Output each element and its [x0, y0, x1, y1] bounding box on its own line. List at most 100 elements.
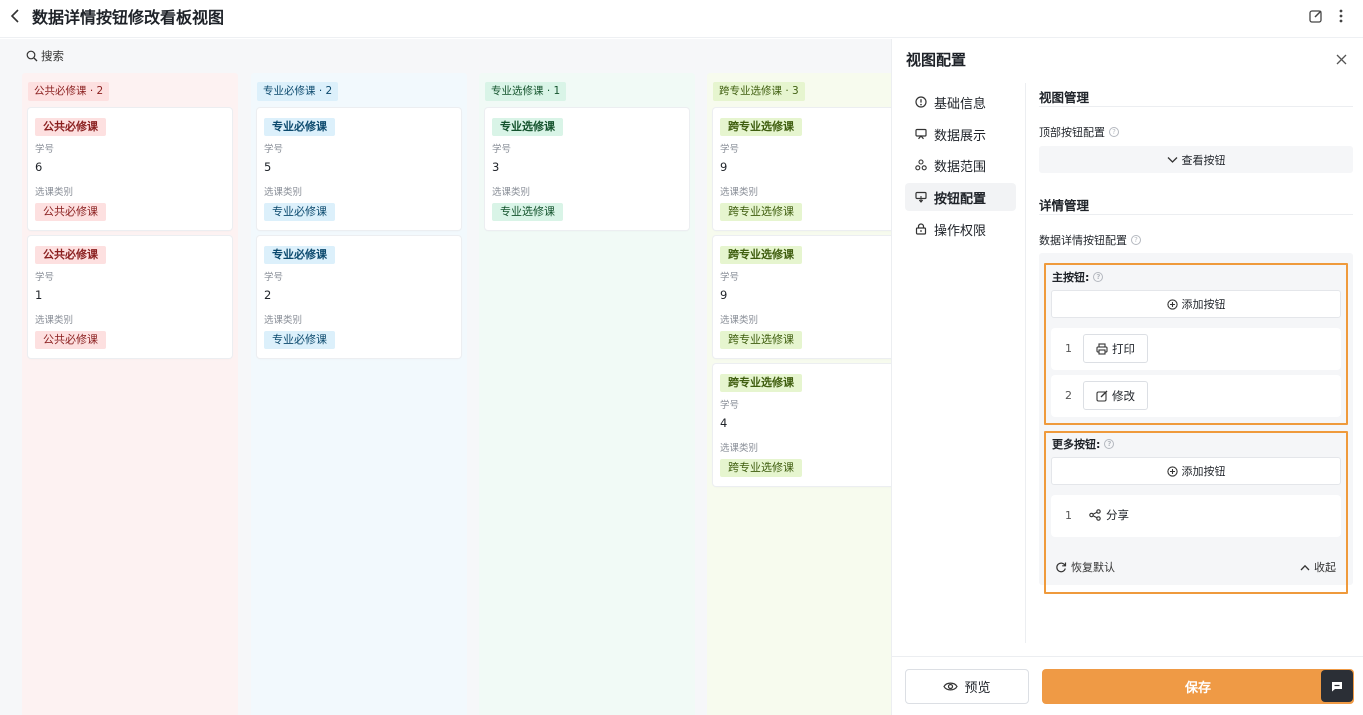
panel-divider	[1025, 83, 1026, 643]
kanban-card[interactable]: 跨专业选修课 学号 9 选课类别 跨专业选修课	[713, 108, 891, 230]
search-icon	[26, 50, 38, 62]
nav-item-lock[interactable]: 操作权限	[905, 215, 1016, 243]
add-main-button-label: 添加按钮	[1181, 298, 1226, 311]
field-value-course-type: 专业必修课	[264, 331, 335, 349]
main-buttons-text: 主按钮:	[1052, 271, 1090, 284]
share-button-preview[interactable]: 分享	[1089, 507, 1129, 523]
print-icon	[1096, 342, 1112, 355]
kanban-card[interactable]: 公共必修课 学号 1 选课类别 公共必修课	[28, 236, 232, 358]
help-icon[interactable]: ?	[1093, 272, 1104, 282]
button-label: 修改	[1112, 388, 1135, 403]
field-label-course-type: 选课类别	[492, 187, 531, 198]
field-value-student-no: 3	[492, 160, 500, 174]
chevron-down-icon	[1167, 156, 1177, 163]
kanban-column: 公共必修课 · 2 公共必修课 学号 6 选课类别 公共必修课 公共必修课 学号…	[22, 73, 238, 715]
nav-item-info[interactable]: 基础信息	[905, 88, 1016, 116]
add-main-button[interactable]: 添加按钮	[1051, 290, 1341, 318]
more-button-row[interactable]: 1 分享	[1051, 495, 1341, 537]
chat-support-button[interactable]	[1321, 670, 1353, 702]
chat-icon	[1332, 681, 1342, 691]
share-icon	[1089, 509, 1106, 521]
field-value-course-type: 专业选修课	[492, 203, 563, 221]
nav-item-scope[interactable]: 数据范围	[905, 151, 1016, 179]
field-label-student-no: 学号	[492, 144, 512, 155]
card-title-tag: 公共必修课	[35, 118, 106, 136]
add-more-button[interactable]: 添加按钮	[1051, 457, 1341, 485]
card-title-tag: 专业必修课	[264, 118, 335, 136]
kanban-card[interactable]: 专业必修课 学号 5 选课类别 专业必修课	[257, 108, 461, 230]
restore-default-label: 恢复默认	[1071, 561, 1115, 574]
main-buttons-label: 主按钮:?	[1052, 269, 1104, 285]
main-button-row[interactable]: 2 修改	[1051, 375, 1341, 417]
nav-item-label: 按钮配置	[934, 191, 987, 207]
edit-icon[interactable]	[1308, 8, 1326, 26]
field-label-course-type: 选课类别	[35, 315, 74, 326]
field-value-student-no: 6	[35, 160, 43, 174]
chevron-up-icon	[1300, 564, 1310, 570]
field-label-student-no: 学号	[35, 272, 55, 283]
top-bar: 数据详情按钮修改看板视图	[0, 0, 1363, 38]
card-title-tag: 跨专业选修课	[720, 118, 802, 136]
view-buttons-toggle[interactable]: 查看按钮	[1039, 146, 1353, 173]
detail-buttons-config-label: 数据详情按钮配置?	[1039, 232, 1141, 248]
card-title-tag: 专业必修课	[264, 246, 335, 264]
restore-default-button[interactable]: 恢复默认	[1055, 559, 1115, 575]
field-value-student-no: 9	[720, 288, 728, 302]
refresh-icon	[1056, 562, 1067, 573]
nav-item-label: 数据范围	[934, 159, 987, 175]
kanban-card[interactable]: 专业选修课 学号 3 选课类别 专业选修课	[485, 108, 689, 230]
top-buttons-config-text: 顶部按钮配置	[1039, 126, 1105, 139]
divider	[1039, 214, 1353, 215]
button-label: 分享	[1106, 508, 1129, 522]
button-label: 打印	[1112, 341, 1135, 356]
field-value-student-no: 2	[264, 288, 272, 302]
row-index: 2	[1065, 389, 1072, 402]
kanban-card[interactable]: 跨专业选修课 学号 4 选课类别 跨专业选修课	[713, 364, 891, 486]
main-button-row[interactable]: 1 打印	[1051, 328, 1341, 370]
eye-icon	[943, 682, 959, 691]
column-header: 专业必修课 · 2	[257, 82, 339, 101]
detail-buttons-config-text: 数据详情按钮配置	[1039, 234, 1127, 247]
card-title-tag: 跨专业选修课	[720, 246, 802, 264]
field-label-student-no: 学号	[720, 400, 740, 411]
edit-icon	[1096, 390, 1112, 402]
nav-item-display[interactable]: 数据展示	[905, 120, 1016, 148]
preview-button[interactable]: 预览	[905, 669, 1029, 704]
help-icon[interactable]: ?	[1131, 235, 1141, 245]
kanban-card[interactable]: 专业必修课 学号 2 选课类别 专业必修课	[257, 236, 461, 358]
field-label-student-no: 学号	[264, 144, 284, 155]
help-icon[interactable]: ?	[1109, 127, 1119, 137]
row-index: 1	[1065, 509, 1072, 522]
panel-title: 视图配置	[906, 51, 967, 69]
kanban-card[interactable]: 跨专业选修课 学号 9 选课类别 跨专业选修课	[713, 236, 891, 358]
field-value-course-type: 公共必修课	[35, 203, 106, 221]
nav-item-button-config[interactable]: 按钮配置	[905, 183, 1016, 211]
collapse-button[interactable]: 收起	[1300, 559, 1336, 575]
more-vertical-icon[interactable]	[1338, 8, 1352, 26]
add-more-button-label: 添加按钮	[1181, 465, 1226, 478]
save-label: 保存	[1184, 681, 1211, 696]
field-value-course-type: 公共必修课	[35, 331, 106, 349]
back-arrow-icon[interactable]	[10, 8, 26, 28]
save-button[interactable]: 保存	[1042, 669, 1354, 704]
more-buttons-label: 更多按钮:?	[1052, 436, 1115, 452]
print-button-preview[interactable]: 打印	[1083, 334, 1148, 363]
field-value-student-no: 1	[35, 288, 43, 302]
field-value-course-type: 专业必修课	[264, 203, 335, 221]
field-label-course-type: 选课类别	[264, 315, 303, 326]
view-config-panel: 视图配置 基础信息 数据展示 数据范围 按钮配置 操作权限 视图管理 顶部按钮配置? 查…	[891, 39, 1363, 715]
edit-button-preview[interactable]: 修改	[1083, 381, 1148, 410]
card-title-tag: 公共必修课	[35, 246, 106, 264]
close-icon[interactable]	[1336, 51, 1347, 69]
plus-circle-icon	[1166, 298, 1178, 310]
kanban-card[interactable]: 公共必修课 学号 6 选课类别 公共必修课	[28, 108, 232, 230]
divider	[1039, 106, 1353, 107]
help-icon[interactable]: ?	[1104, 439, 1115, 449]
field-value-course-type: 跨专业选修课	[720, 203, 802, 221]
search-box[interactable]: 搜索	[26, 47, 64, 65]
field-value-course-type: 跨专业选修课	[720, 331, 802, 349]
field-label-course-type: 选课类别	[264, 187, 303, 198]
field-label-course-type: 选课类别	[720, 315, 759, 326]
collapse-label: 收起	[1314, 561, 1336, 574]
field-label-course-type: 选课类别	[720, 443, 759, 454]
